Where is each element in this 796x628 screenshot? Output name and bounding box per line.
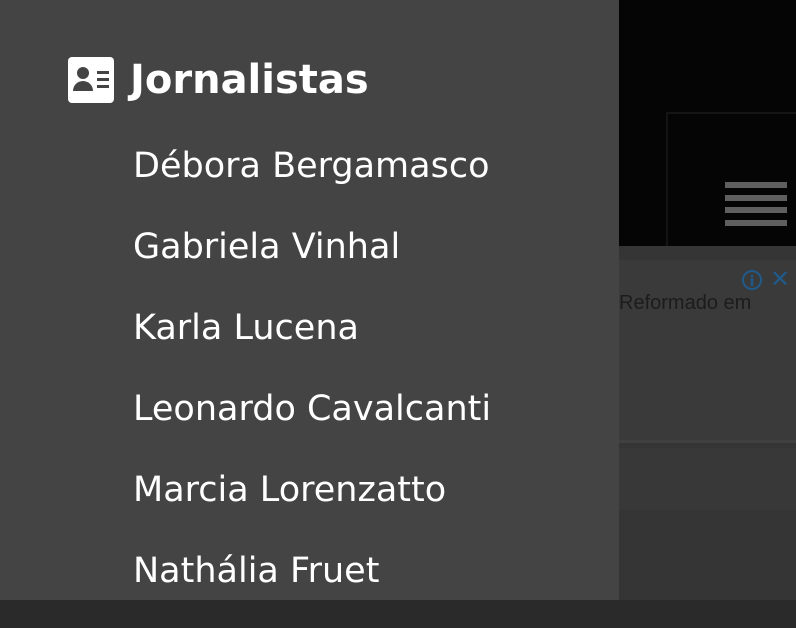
list-item[interactable]: Débora Bergamasco (133, 142, 491, 223)
navigation-drawer: Jornalistas Débora Bergamasco Gabriela V… (0, 0, 619, 600)
list-item[interactable]: Gabriela Vinhal (133, 223, 491, 304)
list-item[interactable]: Leonardo Cavalcanti (133, 385, 491, 466)
journalists-list: Débora Bergamasco Gabriela Vinhal Karla … (133, 142, 491, 628)
list-item[interactable]: Karla Lucena (133, 304, 491, 385)
ad-banner[interactable] (600, 260, 796, 443)
ad-text: Reformado em (619, 292, 752, 314)
section-title: Jornalistas (130, 57, 369, 103)
list-item[interactable]: Nathália Fruet (133, 547, 491, 628)
header-image-frame (666, 112, 796, 248)
content-strip (600, 448, 796, 510)
close-icon[interactable]: ✕ (770, 266, 790, 292)
contact-card-icon (68, 57, 114, 103)
list-item[interactable]: Marcia Lorenzatto (133, 466, 491, 547)
info-icon[interactable]: i (742, 270, 762, 290)
hamburger-icon[interactable] (725, 182, 787, 226)
drawer-section-header: Jornalistas (68, 56, 369, 104)
